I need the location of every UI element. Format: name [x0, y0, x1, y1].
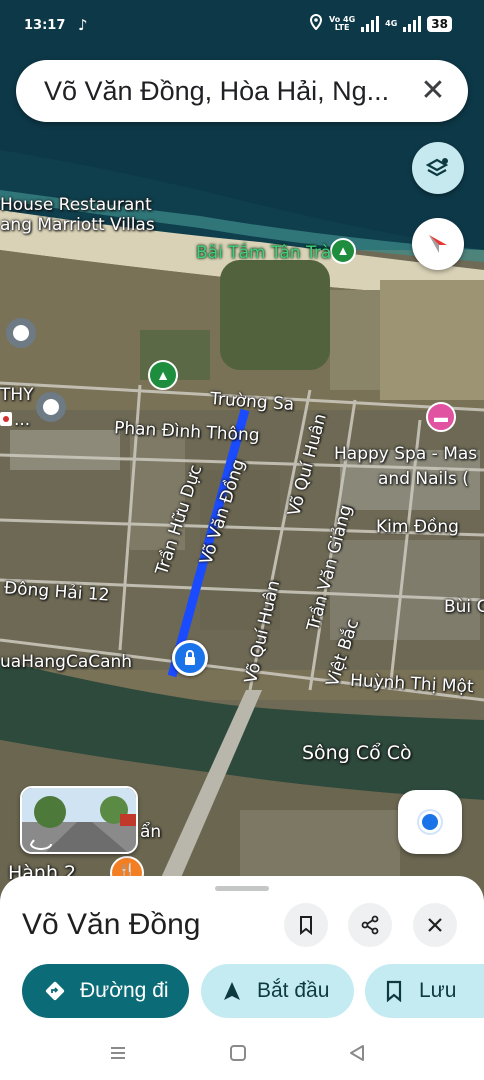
close-icon [428, 918, 442, 932]
park-pin-icon[interactable]: ▲ [330, 238, 356, 264]
street-view-icon [30, 839, 52, 850]
layers-icon [425, 158, 449, 177]
layers-button[interactable] [412, 142, 464, 194]
start-label: Bắt đầu [257, 979, 330, 1002]
start-button[interactable]: Bắt đầu [201, 964, 354, 1018]
map-label: ang Marriott Villas [0, 215, 155, 235]
place-title: Võ Văn Đồng [22, 908, 201, 941]
search-bar[interactable]: Võ Văn Đồng, Hòa Hải, Ng... ✕ [16, 60, 468, 122]
map-label: Sông Cổ Cò [302, 742, 412, 764]
compass-icon [429, 235, 447, 253]
directions-icon [45, 981, 65, 1001]
map-label: and Nails ( [378, 469, 469, 489]
map-label: Bùi C [444, 597, 484, 617]
bookmark-icon [300, 916, 312, 935]
signal-icon [361, 16, 380, 32]
map-label: ... [14, 410, 31, 430]
lock-icon [185, 650, 195, 665]
location-icon [309, 13, 323, 34]
place-pin-icon[interactable] [6, 318, 36, 348]
signal-icon [403, 16, 422, 32]
map-label: uaHangCaCanh [0, 652, 133, 672]
save-button[interactable]: Lưu [365, 964, 484, 1018]
share-icon [361, 915, 379, 935]
flag-pin-icon[interactable] [0, 412, 12, 426]
place-pin-icon[interactable] [36, 392, 66, 422]
sheet-drag-handle[interactable] [215, 886, 269, 891]
search-query[interactable]: Võ Văn Đồng, Hòa Hải, Ng... [44, 76, 389, 107]
close-icon[interactable]: ✕ [416, 74, 450, 108]
my-location-icon [422, 814, 438, 830]
battery-indicator: 38 [427, 16, 452, 32]
network-indicator: 4G [385, 19, 398, 28]
back-icon[interactable] [347, 1043, 367, 1068]
directions-label: Đường đi [80, 979, 169, 1002]
map-label: Bãi Tắm Tân Trà [196, 243, 332, 263]
directions-button[interactable]: Đường đi [22, 964, 189, 1018]
volte-indicator: Vo 4G LTE [328, 15, 356, 32]
park-pin-icon[interactable]: ▲ [148, 360, 178, 390]
map-label: Happy Spa - Mas [334, 444, 478, 464]
status-time: 13:17 [24, 18, 66, 33]
share-button[interactable] [348, 903, 392, 947]
my-location-button[interactable] [398, 790, 462, 854]
recents-icon[interactable] [108, 1043, 128, 1068]
system-nav-bar [0, 1030, 484, 1080]
bookmark-icon [386, 980, 402, 1002]
close-sheet-button[interactable] [413, 903, 457, 947]
map-label: THY [0, 385, 34, 405]
bookmark-button[interactable] [284, 903, 328, 947]
hotel-pin-icon[interactable]: ▬ [426, 402, 456, 432]
compass-button[interactable] [412, 218, 464, 270]
home-icon[interactable] [228, 1043, 248, 1068]
navigation-icon [224, 982, 240, 1000]
map-label: House Restaurant [0, 195, 152, 215]
map-label: Kim Đồng [376, 517, 459, 537]
street-view-thumbnail[interactable] [20, 786, 138, 854]
map-label: ẩn [140, 822, 162, 842]
save-label: Lưu [419, 979, 457, 1002]
tiktok-icon: ♪ [78, 16, 88, 34]
status-bar: 13:17 ♪ Vo 4G LTE 4G 38 [0, 0, 484, 52]
selected-place-marker[interactable] [172, 640, 208, 676]
